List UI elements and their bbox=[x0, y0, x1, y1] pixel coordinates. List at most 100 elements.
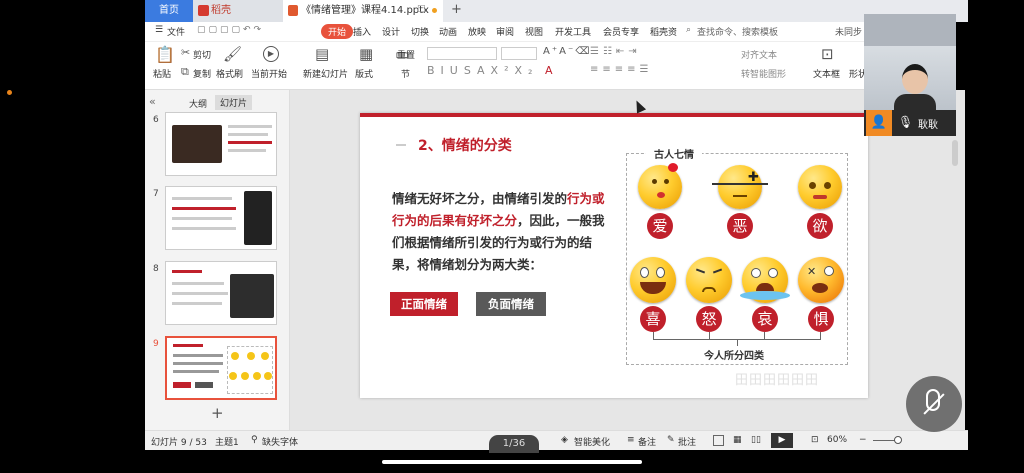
zoom-slider-handle[interactable] bbox=[894, 436, 902, 444]
command-search[interactable]: 查找命令、搜索模板 bbox=[697, 25, 778, 38]
menu-start[interactable]: 开始 bbox=[321, 24, 354, 39]
cut-button[interactable]: 剪切 bbox=[193, 48, 211, 61]
new-slide-button[interactable]: 新建幻灯片 bbox=[303, 67, 348, 80]
textbox-button[interactable]: 文本框 bbox=[813, 67, 840, 80]
menu-developer[interactable]: 开发工具 bbox=[555, 25, 591, 38]
format-painter-icon[interactable]: 🖌 bbox=[223, 45, 242, 63]
quick-access-icons[interactable]: ▢▢▢▢↶↷ bbox=[197, 25, 264, 35]
comments-button[interactable]: 批注 bbox=[678, 435, 696, 448]
theme-name[interactable]: 主题1 bbox=[215, 435, 239, 448]
ribbon-toolbar: 📋 粘贴 ✂ 剪切 ⧉ 复制 🖌 格式刷 ▶ 当前开始 ▤ 新建幻灯片 ▦ 版式… bbox=[145, 42, 867, 90]
slide-body-text: 情绪无好坏之分，由情绪引发的行为或行为的后果有好坏之分，因此，一般我们根据情绪所… bbox=[392, 188, 614, 276]
bullet-list-icons[interactable]: ☰☷⇤⇥ bbox=[590, 46, 641, 57]
font-family-select[interactable] bbox=[427, 47, 497, 60]
sync-status[interactable]: 未同步 bbox=[835, 25, 862, 38]
format-painter-button[interactable]: 格式刷 bbox=[216, 67, 243, 80]
zoom-level[interactable]: 60% bbox=[827, 435, 847, 445]
current-slide[interactable]: 2、情绪的分类 情绪无好坏之分，由情绪引发的行为或行为的后果有好坏之分，因此，一… bbox=[360, 113, 868, 398]
slide-thumbnail-7[interactable] bbox=[165, 186, 277, 250]
zoom-out-icon[interactable]: − bbox=[859, 435, 867, 445]
tab-slides[interactable]: 幻灯片 bbox=[215, 95, 253, 110]
paragraph-align-icons[interactable]: ≡≡≡≡☰ bbox=[590, 64, 652, 75]
play-icon[interactable]: ▶ bbox=[263, 46, 279, 62]
new-tab-button[interactable]: + bbox=[451, 2, 462, 17]
tab-close-icon[interactable]: □ bbox=[417, 4, 426, 14]
anger-emoji-icon bbox=[686, 257, 732, 303]
emotion-disgust-badge: 恶 bbox=[727, 213, 753, 239]
slide-thumbnail-6[interactable] bbox=[165, 112, 277, 176]
floating-mute-button[interactable] bbox=[906, 376, 962, 432]
sorrow-emoji-icon bbox=[740, 257, 790, 303]
avatar-icon: 👤 bbox=[866, 110, 892, 136]
paste-icon[interactable]: 📋 bbox=[155, 45, 175, 64]
tab-outline[interactable]: 大纲 bbox=[189, 97, 207, 110]
copy-icon[interactable]: ⧉ bbox=[181, 65, 189, 79]
add-slide-button[interactable]: + bbox=[211, 404, 224, 422]
slide-number: 6 bbox=[153, 115, 159, 125]
notes-button[interactable]: 备注 bbox=[638, 435, 656, 448]
convert-smartart-button[interactable]: 转智能图形 bbox=[741, 67, 786, 80]
menu-docer[interactable]: 稻壳资 bbox=[650, 25, 677, 38]
section-button[interactable]: 节 bbox=[401, 67, 410, 80]
title-dash bbox=[396, 144, 406, 146]
copy-button[interactable]: 复制 bbox=[193, 67, 211, 80]
layout-icon[interactable]: ▦ bbox=[359, 45, 373, 63]
font-size-select[interactable] bbox=[501, 47, 537, 60]
slideshow-play-button[interactable]: ▶ bbox=[771, 433, 793, 448]
slide-number: 9 bbox=[153, 339, 159, 349]
hamburger-icon[interactable]: ☰ bbox=[155, 25, 163, 35]
emotion-fear-badge: 惧 bbox=[808, 306, 834, 332]
tab-home[interactable]: 首页 bbox=[145, 0, 193, 22]
slide-counter: 幻灯片 9 / 53 bbox=[151, 438, 207, 448]
normal-view-icon[interactable] bbox=[713, 435, 724, 446]
menu-file[interactable]: 文件 bbox=[167, 25, 185, 38]
from-current-button[interactable]: 当前开始 bbox=[251, 67, 287, 80]
ppt-file-icon bbox=[288, 5, 298, 16]
reset-button[interactable]: 重置 bbox=[397, 48, 415, 61]
ribbon-menu: ☰ 文件 ▢▢▢▢↶↷ 开始 插入 设计 切换 动画 放映 审阅 视图 开发工具… bbox=[145, 22, 865, 42]
video-tile[interactable]: 👤 🎙 耿耿 bbox=[864, 14, 956, 136]
menu-member[interactable]: 会员专享 bbox=[603, 25, 639, 38]
notes-icon: ≡ bbox=[627, 435, 635, 445]
textbox-icon[interactable]: ⊡ bbox=[821, 45, 834, 63]
menu-insert[interactable]: 插入 bbox=[353, 25, 371, 38]
fear-emoji-icon: ✕ bbox=[798, 257, 844, 303]
love-emoji-icon bbox=[638, 163, 682, 209]
participant-name: 耿耿 bbox=[918, 120, 938, 131]
scissors-icon[interactable]: ✂ bbox=[181, 46, 190, 59]
status-bar: 幻灯片 9 / 53 主题1 ⚲ 缺失字体 1/36 ◈ 智能美化 ≡ 备注 ✎… bbox=[145, 430, 968, 453]
fit-window-icon[interactable]: ⊡ bbox=[811, 435, 819, 445]
collapse-panel-icon[interactable]: « bbox=[149, 95, 156, 108]
new-slide-icon[interactable]: ▤ bbox=[315, 45, 329, 63]
negative-emotion-button[interactable]: 负面情绪 bbox=[476, 292, 546, 316]
font-grow-icons[interactable]: A⁺A⁻⌫ bbox=[543, 46, 591, 57]
page-counter: 1/36 bbox=[489, 435, 539, 453]
menu-review[interactable]: 审阅 bbox=[496, 25, 514, 38]
menu-animation[interactable]: 动画 bbox=[439, 25, 457, 38]
grid-view-icon[interactable]: ▦ bbox=[733, 435, 742, 445]
slide-thumbnail-9[interactable] bbox=[165, 336, 277, 400]
menu-slideshow[interactable]: 放映 bbox=[468, 25, 486, 38]
menu-transition[interactable]: 切换 bbox=[411, 25, 429, 38]
slide-thumbnail-8[interactable] bbox=[165, 261, 277, 325]
comments-icon: ✎ bbox=[667, 435, 675, 445]
wps-logo-icon bbox=[198, 5, 209, 16]
tab-document-label: 《情绪管理》课程4.14.pptx bbox=[301, 5, 429, 16]
slide-number: 7 bbox=[153, 189, 159, 199]
seven-emotions-label: 古人七情 bbox=[646, 146, 702, 161]
tab-wps-label: 稻壳 bbox=[211, 5, 231, 16]
font-color-icon[interactable]: A bbox=[545, 64, 553, 77]
layout-button[interactable]: 版式 bbox=[355, 67, 373, 80]
tab-wps[interactable]: 稻壳 bbox=[193, 0, 283, 22]
reading-view-icon[interactable]: ▯▯ bbox=[751, 435, 761, 445]
desire-emoji-icon bbox=[798, 165, 842, 209]
menu-design[interactable]: 设计 bbox=[382, 25, 400, 38]
smart-beautify-button[interactable]: 智能美化 bbox=[574, 435, 610, 448]
vertical-scrollbar[interactable] bbox=[952, 140, 958, 166]
missing-font-button[interactable]: 缺失字体 bbox=[262, 435, 298, 448]
font-style-icons[interactable]: BIUSAX²X₂ bbox=[427, 64, 538, 77]
menu-view[interactable]: 视图 bbox=[525, 25, 543, 38]
paste-button[interactable]: 粘贴 bbox=[153, 67, 171, 80]
align-text-button[interactable]: 对齐文本 bbox=[741, 48, 777, 61]
positive-emotion-button[interactable]: 正面情绪 bbox=[390, 292, 458, 316]
